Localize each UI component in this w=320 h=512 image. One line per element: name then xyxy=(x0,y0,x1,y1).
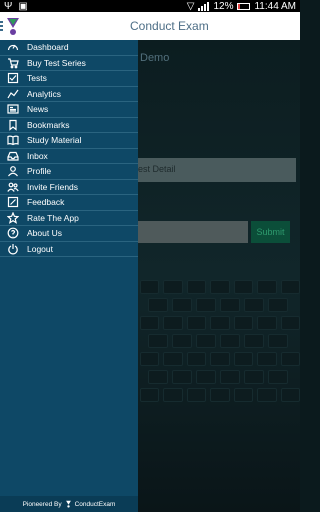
menu-item-label: Rate The App xyxy=(27,212,79,223)
battery-icon xyxy=(237,2,251,10)
clock: 11:44 AM xyxy=(254,0,296,12)
menu-item-invite-friends[interactable]: Invite Friends xyxy=(0,180,138,195)
book-icon xyxy=(6,134,20,146)
test-detail-text: est Detail xyxy=(138,164,176,174)
drawer-footer: Pioneered By ConductExam xyxy=(0,496,138,512)
usb-icon: Ψ xyxy=(4,0,13,12)
checklist-icon xyxy=(6,72,20,84)
menu-item-label: News xyxy=(27,104,49,115)
menu-item-feedback[interactable]: Feedback xyxy=(0,195,138,211)
power-icon xyxy=(6,243,20,255)
drawer-menu: Dashboard Buy Test Series Tests Analytic… xyxy=(0,40,138,257)
menu-item-dashboard[interactable]: Dashboard xyxy=(0,40,138,56)
app-logo-icon[interactable] xyxy=(6,16,20,36)
menu-item-profile[interactable]: Profile xyxy=(0,164,138,180)
menu-item-rate-the-app[interactable]: Rate The App xyxy=(0,211,138,226)
footer-brand: ConductExam xyxy=(74,500,116,508)
demo-label: Demo xyxy=(140,52,170,64)
keyboard-photo xyxy=(140,280,300,512)
menu-item-logout[interactable]: Logout xyxy=(0,242,138,257)
app-bar: Conduct Exam xyxy=(0,12,300,41)
people-icon xyxy=(6,181,20,193)
bookmark-icon xyxy=(6,119,20,131)
menu-item-label: Invite Friends xyxy=(27,181,79,192)
wifi-icon: ▽ xyxy=(186,0,195,12)
menu-item-label: Tests xyxy=(27,73,47,84)
menu-item-study-material[interactable]: Study Material xyxy=(0,133,138,149)
menu-item-bookmarks[interactable]: Bookmarks xyxy=(0,118,138,133)
menu-item-tests[interactable]: Tests xyxy=(0,71,138,87)
menu-item-label: Feedback xyxy=(27,197,65,208)
menu-item-label: About Us xyxy=(27,228,62,239)
menu-item-label: Bookmarks xyxy=(27,119,70,130)
speedometer-icon xyxy=(6,41,20,53)
inbox-icon xyxy=(6,150,20,162)
menu-item-label: Study Material xyxy=(27,135,82,146)
brand-logo-icon xyxy=(65,500,71,508)
star-icon xyxy=(6,211,20,224)
notification-icon: ▣ xyxy=(18,0,28,12)
line-chart-icon xyxy=(6,88,20,100)
drawer-toggle-icon[interactable] xyxy=(0,21,3,31)
pencil-icon xyxy=(6,196,20,208)
newspaper-icon xyxy=(6,103,20,115)
menu-item-label: Logout xyxy=(27,243,53,254)
battery-percent: 12% xyxy=(213,0,234,12)
signal-icon xyxy=(198,1,210,11)
menu-item-label: Dashboard xyxy=(27,42,69,53)
footer-prefix: Pioneered By xyxy=(22,500,62,508)
submit-button[interactable]: Submit xyxy=(251,221,290,243)
person-icon xyxy=(6,165,20,177)
cart-icon xyxy=(6,57,20,69)
menu-item-label: Inbox xyxy=(27,150,48,161)
menu-item-label: Analytics xyxy=(27,88,62,99)
navigation-drawer: Dashboard Buy Test Series Tests Analytic… xyxy=(0,40,138,512)
menu-item-label: Profile xyxy=(27,166,52,177)
menu-item-about-us[interactable]: About Us xyxy=(0,226,138,242)
app-title: Conduct Exam xyxy=(130,19,209,33)
menu-item-analytics[interactable]: Analytics xyxy=(0,87,138,102)
question-icon xyxy=(6,227,20,239)
menu-item-news[interactable]: News xyxy=(0,102,138,118)
code-input[interactable] xyxy=(138,221,248,243)
status-bar: Ψ ▣ ▽ 12% 11:44 AM xyxy=(0,0,300,12)
menu-item-buy-test-series[interactable]: Buy Test Series xyxy=(0,56,138,71)
menu-item-label: Buy Test Series xyxy=(27,57,86,68)
menu-item-inbox[interactable]: Inbox xyxy=(0,149,138,164)
